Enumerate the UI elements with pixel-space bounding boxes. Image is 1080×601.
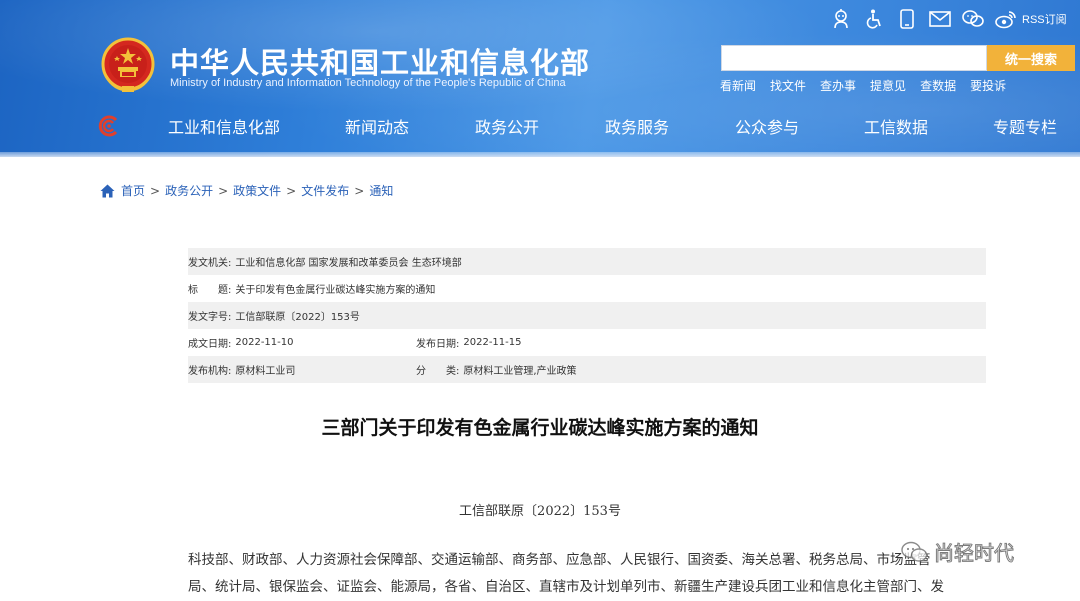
info-value: 工业和信息化部 国家发展和改革委员会 生态环境部 bbox=[235, 258, 462, 269]
nav-item-participation[interactable]: 公众参与 bbox=[735, 114, 864, 138]
breadcrumb-notice[interactable]: 通知 bbox=[369, 182, 393, 199]
robot-icon[interactable] bbox=[830, 8, 852, 30]
info-label: 发文字号: bbox=[188, 312, 232, 323]
national-emblem-icon[interactable] bbox=[100, 36, 156, 94]
breadcrumb-separator: > bbox=[218, 183, 229, 198]
document-info-table: 发文机关: 工业和信息化部 国家发展和改革委员会 生态环境部 标 题: 关于印发有色… bbox=[188, 248, 986, 383]
info-value: 2022-11-15 bbox=[463, 337, 522, 348]
accessibility-icon[interactable] bbox=[863, 8, 885, 30]
home-icon[interactable] bbox=[100, 184, 115, 198]
quick-link-feedback[interactable]: 提意见 bbox=[870, 77, 906, 94]
article-body-line: 局、统计局、银保监会、证监会、能源局，各省、自治区、直辖市及计划单列市、新疆生产… bbox=[188, 579, 944, 595]
watermark: 尚轻时代 bbox=[900, 537, 1015, 566]
site-title: 中华人民共和国工业和信息化部 bbox=[170, 46, 591, 80]
info-label: 发布机构: bbox=[188, 366, 232, 377]
quick-link-services[interactable]: 查办事 bbox=[820, 77, 856, 94]
watermark-text: 尚轻时代 bbox=[934, 541, 1015, 566]
info-value: 原材料工业司 bbox=[235, 366, 296, 377]
breadcrumb-separator: > bbox=[150, 183, 161, 198]
info-row-issuer: 发文机关: 工业和信息化部 国家发展和改革委员会 生态环境部 bbox=[188, 248, 986, 275]
site-title-en: Ministry of Industry and Information Tec… bbox=[170, 77, 566, 89]
utility-bar: RSS订阅 bbox=[830, 8, 1067, 30]
search-button[interactable]: 统一搜索 bbox=[987, 45, 1075, 71]
info-row-docno: 发文字号: 工信部联原〔2022〕153号 bbox=[188, 302, 986, 329]
info-label: 发文机关: bbox=[188, 258, 232, 269]
info-value: 工信部联原〔2022〕153号 bbox=[235, 312, 360, 323]
nav-item-ministry[interactable]: 工业和信息化部 bbox=[168, 114, 345, 138]
info-label: 分 类: bbox=[416, 366, 460, 377]
ministry-logo-icon[interactable] bbox=[98, 115, 120, 137]
breadcrumb-separator: > bbox=[354, 183, 365, 198]
quick-links: 看新闻 找文件 查办事 提意见 查数据 要投诉 bbox=[720, 77, 1020, 94]
wechat-icon[interactable] bbox=[962, 8, 984, 30]
info-row-org: 发布机构: 原材料工业司 分 类: 原材料工业管理,产业政策 bbox=[188, 356, 986, 383]
breadcrumb-policy[interactable]: 政策文件 bbox=[233, 182, 281, 199]
nav-item-topics[interactable]: 专题专栏 bbox=[993, 114, 1057, 138]
info-row-title: 标 题: 关于印发有色金属行业碳达峰实施方案的通知 bbox=[188, 275, 986, 302]
search-input[interactable] bbox=[721, 45, 987, 71]
info-label: 成文日期: bbox=[188, 339, 232, 350]
rss-link[interactable]: RSS订阅 bbox=[1022, 11, 1067, 27]
breadcrumb: 首页 > 政务公开 > 政策文件 > 文件发布 > 通知 bbox=[100, 182, 393, 199]
header-divider bbox=[0, 152, 1080, 157]
quick-link-complaint[interactable]: 要投诉 bbox=[970, 77, 1006, 94]
mobile-icon[interactable] bbox=[896, 8, 918, 30]
quick-link-data[interactable]: 查数据 bbox=[920, 77, 956, 94]
nav-item-services[interactable]: 政务服务 bbox=[605, 114, 735, 138]
breadcrumb-home[interactable]: 首页 bbox=[121, 182, 145, 199]
breadcrumb-affairs[interactable]: 政务公开 bbox=[165, 182, 213, 199]
quick-link-files[interactable]: 找文件 bbox=[770, 77, 806, 94]
info-label: 标 题: bbox=[188, 285, 232, 296]
article-title: 三部门关于印发有色金属行业碳达峰实施方案的通知 bbox=[321, 417, 759, 439]
mail-icon[interactable] bbox=[929, 8, 951, 30]
info-value: 2022-11-10 bbox=[235, 337, 294, 348]
info-row-dates: 成文日期: 2022-11-10 发布日期: 2022-11-15 bbox=[188, 329, 986, 356]
breadcrumb-release[interactable]: 文件发布 bbox=[301, 182, 349, 199]
nav-item-news[interactable]: 新闻动态 bbox=[345, 114, 475, 138]
article-doc-number: 工信部联原〔2022〕153号 bbox=[459, 504, 621, 519]
quick-link-news[interactable]: 看新闻 bbox=[720, 77, 756, 94]
wechat-watermark-icon bbox=[901, 541, 928, 562]
article-body-line: 科技部、财政部、人力资源社会保障部、交通运输部、商务部、应急部、人民银行、国资委… bbox=[188, 552, 931, 568]
article-body: 科技部、财政部、人力资源社会保障部、交通运输部、商务部、应急部、人民银行、国资委… bbox=[188, 547, 988, 601]
info-value: 原材料工业管理,产业政策 bbox=[463, 366, 577, 377]
nav-item-data[interactable]: 工信数据 bbox=[864, 114, 993, 138]
main-nav: 工业和信息化部 新闻动态 政务公开 政务服务 公众参与 工信数据 专题专栏 bbox=[168, 114, 1057, 138]
info-value: 关于印发有色金属行业碳达峰实施方案的通知 bbox=[235, 285, 436, 296]
weibo-icon[interactable] bbox=[995, 8, 1017, 30]
info-label: 发布日期: bbox=[416, 339, 460, 350]
nav-item-affairs[interactable]: 政务公开 bbox=[475, 114, 605, 138]
breadcrumb-separator: > bbox=[286, 183, 297, 198]
